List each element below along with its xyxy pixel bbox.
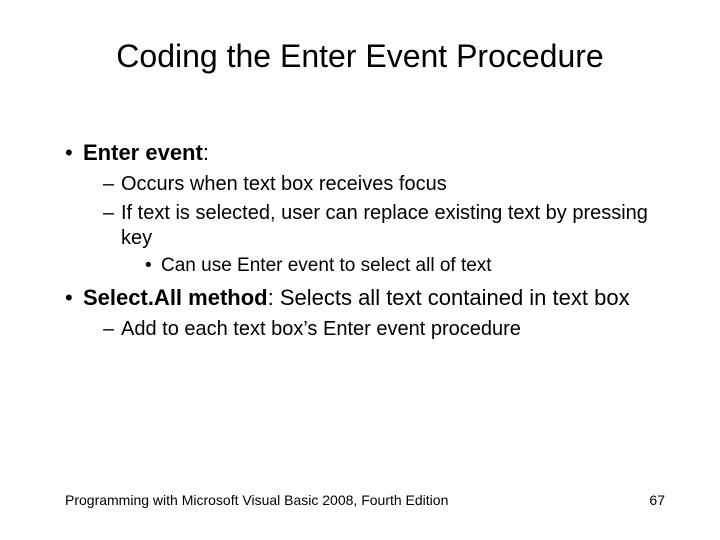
sub-sub-bullet-can-use: •Can use Enter event to select all of te… <box>145 255 665 277</box>
slide: Coding the Enter Event Procedure •Enter … <box>0 0 720 540</box>
bullet-dot-icon: • <box>65 285 83 311</box>
footer-source: Programming with Microsoft Visual Basic … <box>65 492 448 508</box>
bullet-label: Select.All method <box>83 285 268 310</box>
bullet-enter-event: •Enter event: <box>65 140 665 166</box>
sub-bullet-occurs: –Occurs when text box receives focus <box>103 172 665 197</box>
dash-icon: – <box>103 201 121 226</box>
sub-bullet-text: Occurs when text box receives focus <box>121 173 447 195</box>
sub-sub-bullet-text: Can use Enter event to select all of tex… <box>161 255 492 276</box>
dash-icon: – <box>103 172 121 197</box>
slide-title: Coding the Enter Event Procedure <box>0 38 720 75</box>
bullet-rest: : Selects all text contained in text box <box>268 285 630 310</box>
bullet-dot-icon: • <box>145 255 161 277</box>
slide-body: •Enter event: –Occurs when text box rece… <box>65 140 665 346</box>
dash-icon: – <box>103 317 121 342</box>
footer-page-number: 67 <box>649 492 665 508</box>
sub-bullet-add-to-each: –Add to each text box’s Enter event proc… <box>103 317 665 342</box>
bullet-label: Enter event <box>83 140 203 165</box>
sub-bullet-if-text: –If text is selected, user can replace e… <box>103 201 665 251</box>
sub-bullet-text: If text is selected, user can replace ex… <box>121 202 648 249</box>
bullet-selectall: •Select.All method: Selects all text con… <box>65 285 665 311</box>
bullet-dot-icon: • <box>65 140 83 166</box>
bullet-colon: : <box>203 140 209 165</box>
sub-bullet-text: Add to each text box’s Enter event proce… <box>121 318 521 340</box>
